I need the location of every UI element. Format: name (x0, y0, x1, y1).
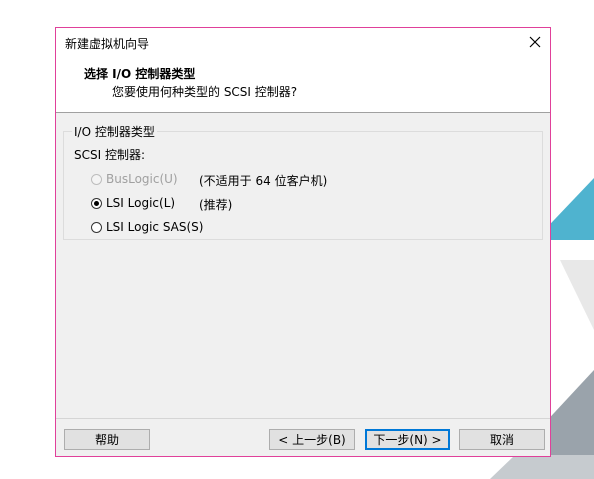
close-icon (529, 36, 541, 48)
window-title: 新建虚拟机向导 (65, 37, 150, 51)
close-button[interactable] (520, 28, 550, 56)
help-button[interactable]: 帮助 (64, 429, 150, 450)
title-bar: 新建虚拟机向导 (56, 28, 550, 57)
cancel-button[interactable]: 取消 (459, 429, 545, 450)
page-title: 选择 I/O 控制器类型 (84, 67, 196, 81)
wizard-header: 选择 I/O 控制器类型 您要使用何种类型的 SCSI 控制器? (56, 57, 550, 113)
radio-lsi-logic-label: LSI Logic(L) (106, 196, 176, 210)
radio-buslogic-note: (不适用于 64 位客户机) (199, 174, 328, 188)
radio-circle (91, 221, 102, 233)
radio-buslogic[interactable]: BusLogic(U) (91, 170, 178, 188)
scsi-controller-label: SCSI 控制器: (74, 148, 146, 162)
footer-divider (56, 418, 550, 419)
radio-lsi-logic-sas[interactable]: LSI Logic SAS(S) (91, 218, 203, 236)
next-button[interactable]: 下一步(N) > (365, 429, 450, 450)
radio-circle (91, 173, 102, 185)
radio-buslogic-label: BusLogic(U) (106, 172, 178, 186)
groupbox-legend: I/O 控制器类型 (72, 123, 157, 140)
radio-circle (91, 197, 102, 209)
radio-lsi-logic-sas-label: LSI Logic SAS(S) (106, 220, 204, 234)
page-subtitle: 您要使用何种类型的 SCSI 控制器? (112, 85, 298, 99)
back-button[interactable]: < 上一步(B) (269, 429, 355, 450)
radio-lsi-logic[interactable]: LSI Logic(L) (91, 194, 175, 212)
radio-lsi-logic-note: (推荐) (199, 198, 233, 212)
new-vm-wizard-dialog: 新建虚拟机向导 选择 I/O 控制器类型 您要使用何种类型的 SCSI 控制器?… (55, 27, 551, 457)
